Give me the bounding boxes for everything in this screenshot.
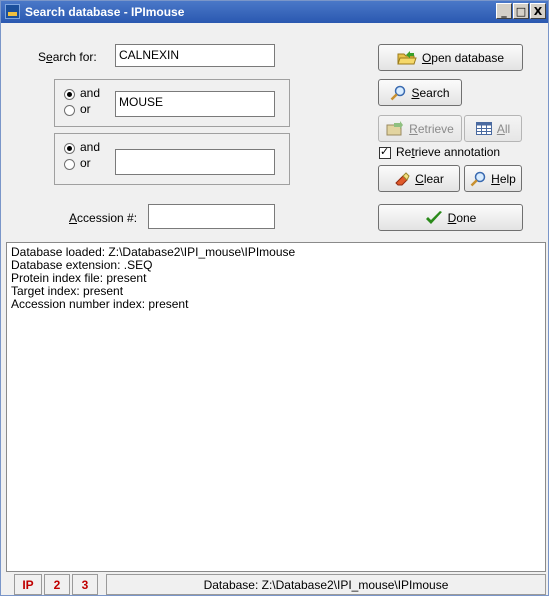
title-bar[interactable]: Search database - IPImouse _ □ X — [1, 1, 548, 23]
open-database-label: Open database — [421, 50, 505, 65]
and-radio-1[interactable] — [64, 89, 75, 100]
boolean-group-2: and or — [54, 133, 290, 185]
and-label-2: and — [80, 140, 101, 154]
search-icon — [390, 85, 406, 101]
and-radio-2[interactable] — [64, 143, 75, 154]
log-line: Accession number index: present — [11, 297, 189, 311]
tab-3[interactable]: 3 — [72, 574, 98, 595]
or-radio-1[interactable] — [64, 105, 75, 116]
done-button-label: Done — [447, 210, 477, 225]
help-magnifier-icon — [470, 171, 486, 187]
term-input-2[interactable] — [115, 149, 275, 175]
search-database-window: Search database - IPImouse _ □ X Search … — [0, 0, 549, 596]
retrieve-annotation-label: Retrieve annotation — [396, 145, 501, 159]
term-input-1[interactable]: MOUSE — [115, 91, 275, 117]
tab-ip[interactable]: IP — [14, 574, 42, 595]
tab-2[interactable]: 2 — [44, 574, 70, 595]
checkmark-icon — [425, 210, 443, 226]
all-button[interactable]: All — [464, 115, 522, 142]
or-label-1: or — [80, 102, 91, 116]
clear-button-label: Clear — [415, 171, 444, 186]
or-label-2: or — [80, 156, 91, 170]
retrieve-button[interactable]: Retrieve — [378, 115, 462, 142]
search-for-label: Search for: — [38, 50, 97, 64]
search-for-input[interactable]: CALNEXIN — [115, 44, 275, 67]
all-button-label: All — [496, 121, 511, 136]
accession-label: Accession #: — [69, 211, 138, 225]
help-button-label: Help — [491, 171, 516, 186]
maximize-button[interactable]: □ — [513, 3, 529, 19]
open-folder-icon — [397, 50, 417, 66]
search-button-label: Search — [411, 85, 450, 100]
output-log[interactable]: Database loaded: Z:\Database2\IPI_mouse\… — [6, 242, 546, 572]
app-icon — [5, 4, 20, 19]
retrieve-icon — [386, 120, 404, 137]
status-bar: IP 2 3 Database: Z:\Database2\IPI_mouse\… — [6, 574, 546, 595]
open-database-button[interactable]: Open database — [378, 44, 523, 71]
done-button[interactable]: Done — [378, 204, 523, 231]
eraser-icon — [394, 171, 410, 187]
boolean-group-1: and or MOUSE — [54, 79, 290, 127]
and-label-1: and — [80, 86, 101, 100]
help-button[interactable]: Help — [464, 165, 522, 192]
clear-button[interactable]: Clear — [378, 165, 460, 192]
close-button[interactable]: X — [530, 3, 546, 19]
database-status-text: Database: Z:\Database2\IPI_mouse\IPImous… — [106, 574, 546, 595]
retrieve-annotation-checkbox[interactable] — [379, 145, 391, 159]
search-button[interactable]: Search — [378, 79, 462, 106]
accession-input[interactable] — [148, 204, 275, 229]
window-controls: _ □ X — [496, 3, 546, 20]
grid-icon — [475, 122, 492, 135]
retrieve-button-label: Retrieve — [409, 121, 454, 136]
or-radio-2[interactable] — [64, 159, 75, 170]
window-title: Search database - IPImouse — [25, 5, 185, 19]
minimize-button[interactable]: _ — [496, 3, 512, 19]
